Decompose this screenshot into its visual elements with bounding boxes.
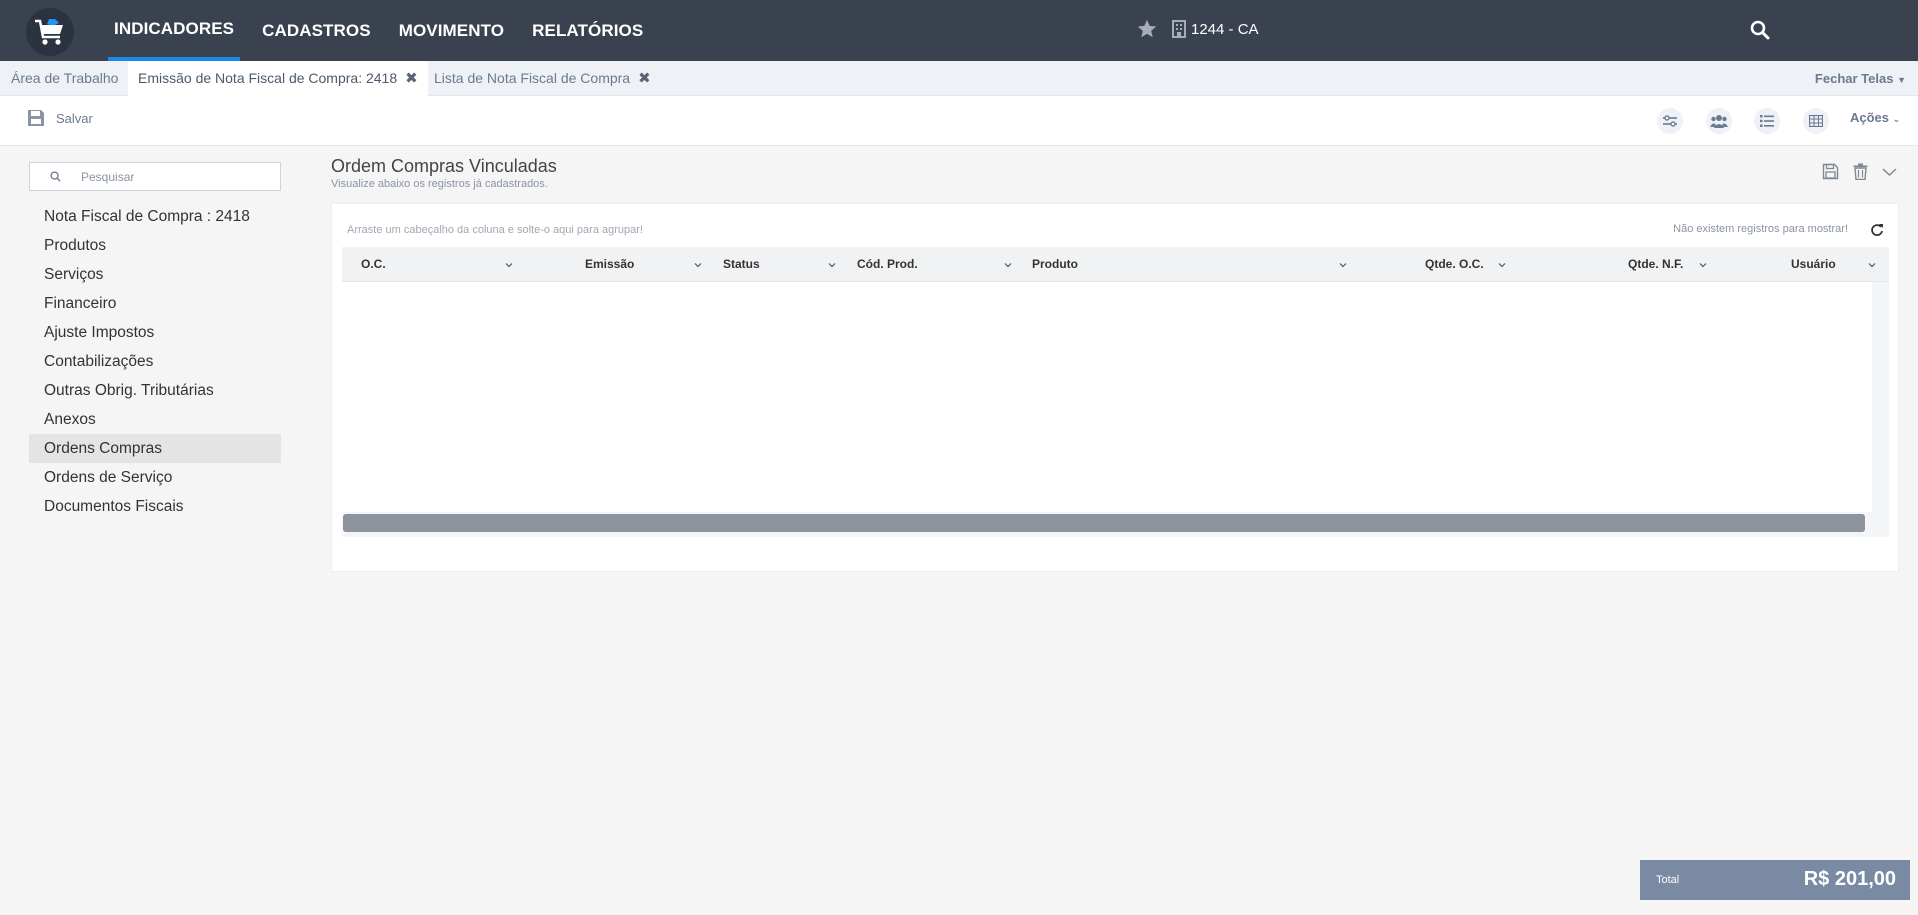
sidebar-item-ajuste-impostos[interactable]: Ajuste Impostos	[29, 318, 281, 347]
tab-area-de-trabalho[interactable]: Área de Trabalho	[0, 61, 129, 96]
horizontal-scrollbar[interactable]	[343, 514, 1865, 532]
data-grid: O.C. Emissão Status Cód. Prod. Produto Q…	[342, 247, 1889, 537]
main-nav: INDICADORES CADASTROS MOVIMENTO RELATÓRI…	[107, 0, 669, 61]
sidebar-item-financeiro[interactable]: Financeiro	[29, 289, 281, 318]
total-box: Total R$ 201,00	[1640, 860, 1910, 900]
tab-lista-nota-fiscal[interactable]: Lista de Nota Fiscal de Compra ✖	[424, 61, 661, 96]
collapse-chevron-icon[interactable]	[1882, 167, 1897, 177]
grid-header: O.C. Emissão Status Cód. Prod. Produto Q…	[342, 247, 1889, 282]
column-header-qtde-oc[interactable]: Qtde. O.C.	[1425, 247, 1484, 282]
cart-logo-icon[interactable]	[26, 8, 74, 56]
company-selector: 1244 - CA	[1136, 18, 1259, 40]
sidebar-item-servicos[interactable]: Serviços	[29, 260, 281, 289]
chevron-down-icon[interactable]	[1699, 261, 1707, 269]
column-header-emissao[interactable]: Emissão	[585, 247, 634, 282]
caret-down-icon: ▼	[1897, 75, 1906, 85]
total-value: R$ 201,00	[1803, 868, 1896, 890]
screen-tabs: Área de Trabalho Emissão de Nota Fiscal …	[0, 61, 1918, 96]
close-all-screens-button[interactable]: Fechar Telas ▼	[1815, 61, 1906, 96]
sidebar-item-nota-fiscal[interactable]: Nota Fiscal de Compra : 2418	[29, 202, 281, 231]
tab-label: Emissão de Nota Fiscal de Compra: 2418	[138, 70, 398, 86]
sidebar-item-documentos-fiscais[interactable]: Documentos Fiscais	[29, 492, 281, 521]
building-icon	[1172, 20, 1186, 38]
chevron-down-icon[interactable]	[1339, 261, 1347, 269]
table-icon[interactable]	[1803, 108, 1829, 134]
list-icon[interactable]	[1754, 108, 1780, 134]
refresh-icon[interactable]	[1870, 223, 1884, 237]
panel-actions	[1822, 163, 1897, 180]
close-all-label: Fechar Telas	[1814, 71, 1894, 86]
actions-label: Ações	[1850, 110, 1890, 125]
close-icon[interactable]: ✖	[405, 61, 418, 96]
chevron-down-icon[interactable]	[694, 261, 702, 269]
tab-label: Área de Trabalho	[11, 70, 119, 86]
sidebar-menu: Nota Fiscal de Compra : 2418 Produtos Se…	[29, 202, 281, 521]
filter-settings-icon[interactable]	[1657, 108, 1683, 134]
close-icon[interactable]: ✖	[638, 61, 651, 96]
column-header-produto[interactable]: Produto	[1032, 247, 1078, 282]
sidebar-item-produtos[interactable]: Produtos	[29, 231, 281, 260]
save-label: Salvar	[56, 110, 93, 126]
nav-item-cadastros[interactable]: CADASTROS	[260, 0, 373, 61]
users-icon[interactable]	[1706, 108, 1732, 134]
tab-emissao-nota-fiscal[interactable]: Emissão de Nota Fiscal de Compra: 2418 ✖	[128, 61, 428, 96]
group-drop-area[interactable]: Arraste um cabeçalho da coluna e solte-o…	[347, 224, 643, 236]
save-icon[interactable]	[1822, 163, 1839, 180]
column-header-status[interactable]: Status	[723, 247, 760, 282]
toolbar: Salvar Ações ⌄	[0, 96, 1918, 146]
sidebar-search	[29, 162, 281, 191]
panel-title: Ordem Compras Vinculadas	[331, 156, 557, 176]
sidebar-item-contabilizacoes[interactable]: Contabilizações	[29, 347, 281, 376]
chevron-down-icon: ⌄	[1892, 114, 1901, 124]
company-label[interactable]: 1244 - CA	[1191, 21, 1259, 38]
grid-body	[342, 282, 1872, 512]
empty-records-message: Não existem registros para mostrar!	[1673, 223, 1848, 235]
panel-subtitle: Visualize abaixo os registros já cadastr…	[331, 178, 548, 190]
actions-dropdown[interactable]: Ações ⌄	[1850, 110, 1900, 125]
chevron-down-icon[interactable]	[1868, 261, 1876, 269]
nav-item-indicadores[interactable]: INDICADORES	[107, 0, 241, 61]
records-card: Arraste um cabeçalho da coluna e solte-o…	[331, 203, 1899, 572]
search-icon	[50, 171, 61, 182]
column-header-oc[interactable]: O.C.	[361, 247, 386, 282]
save-icon	[28, 110, 44, 126]
trash-icon[interactable]	[1853, 163, 1868, 180]
total-label: Total	[1656, 874, 1680, 886]
sidebar-search-input[interactable]	[81, 169, 261, 184]
sidebar-item-ordens-compras[interactable]: Ordens Compras	[29, 434, 281, 463]
chevron-down-icon[interactable]	[828, 261, 836, 269]
top-navbar: INDICADORES CADASTROS MOVIMENTO RELATÓRI…	[0, 0, 1918, 61]
chevron-down-icon[interactable]	[1004, 261, 1012, 269]
tab-label: Lista de Nota Fiscal de Compra	[434, 70, 631, 86]
column-header-usuario[interactable]: Usuário	[1791, 247, 1836, 282]
chevron-down-icon[interactable]	[1498, 261, 1506, 269]
column-header-cod-prod[interactable]: Cód. Prod.	[857, 247, 918, 282]
sidebar-item-outras-obrig[interactable]: Outras Obrig. Tributárias	[29, 376, 281, 405]
nav-item-movimento[interactable]: MOVIMENTO	[397, 0, 506, 61]
favorite-star-icon[interactable]	[1136, 18, 1158, 40]
column-header-qtde-nf[interactable]: Qtde. N.F.	[1628, 247, 1683, 282]
save-button[interactable]: Salvar	[26, 108, 93, 128]
chevron-down-icon[interactable]	[505, 261, 513, 269]
nav-item-relatorios[interactable]: RELATÓRIOS	[530, 0, 645, 61]
sidebar-item-anexos[interactable]: Anexos	[29, 405, 281, 434]
search-icon[interactable]	[1750, 20, 1770, 40]
sidebar-item-ordens-servico[interactable]: Ordens de Serviço	[29, 463, 281, 492]
